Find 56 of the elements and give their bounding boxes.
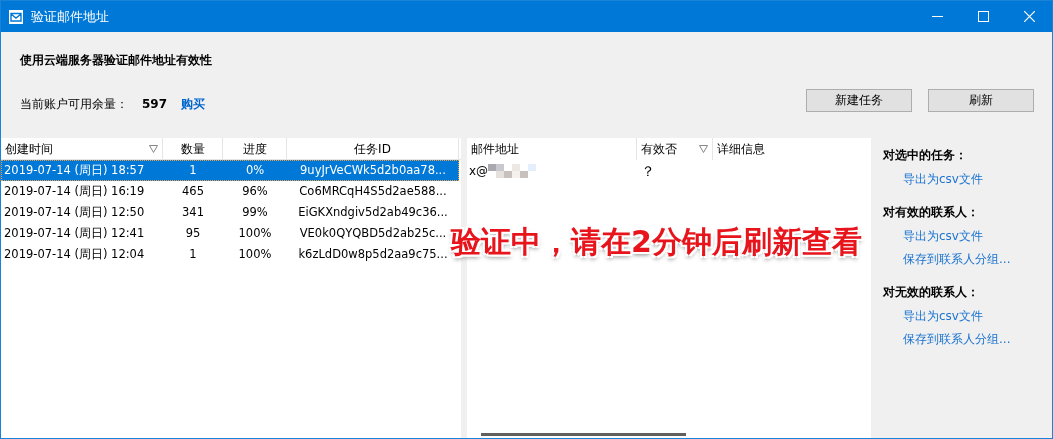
heading: 使用云端服务器验证邮件地址有效性 xyxy=(20,52,213,69)
window-title: 验证邮件地址 xyxy=(31,7,109,26)
task-row[interactable]: 2019-07-14 (周日) 18:57 1 0% 9uyJrVeCWk5d2b0aa78... xyxy=(1,160,459,181)
table-cell-text: 2019-07-14 (周日) 12:50 xyxy=(3,203,146,221)
action-button[interactable]: 新建任务 xyxy=(806,88,912,112)
action-link[interactable]: 导出为csv文件 xyxy=(903,306,1052,326)
column-header[interactable]: 任务ID xyxy=(287,138,459,159)
table-cell-text: 2019-07-14 (周日) 12:04 xyxy=(3,245,146,263)
table-cell-text: 1 xyxy=(188,161,198,179)
table-cell-text: 465 xyxy=(181,182,205,200)
table-cell-text: x@ xyxy=(469,163,489,180)
column-header[interactable]: 有效否 xyxy=(637,138,713,160)
column-header[interactable]: 数量 xyxy=(163,138,223,159)
section-title: 对选中的任务： xyxy=(883,147,968,164)
action-link[interactable]: 保存到联系人分组... xyxy=(903,329,1052,349)
table-cell-text: 1 xyxy=(188,245,198,263)
quota-label: 当前账户可用余量： xyxy=(20,96,128,113)
table-cell-text: 2019-07-14 (周日) 18:57 xyxy=(3,161,146,179)
column-header[interactable]: 进度 xyxy=(223,138,287,159)
filter-icon[interactable] xyxy=(149,144,158,153)
section-title: 对有效的联系人： xyxy=(883,204,980,221)
table-cell-text: Co6MRCqH4S5d2ae588... xyxy=(298,182,448,200)
table-cell-text: VE0k0QYQBD5d2ab25c... xyxy=(298,224,448,242)
task-row[interactable]: 2019-07-14 (周日) 16:19 465 96% Co6MRCqH4S5d2ae588... xyxy=(1,181,459,202)
task-row[interactable]: 2019-07-14 (周日) 12:50 341 99% EiGKXndgiv5d2ab49c36... xyxy=(1,202,459,223)
quota-value: 597 xyxy=(142,96,168,113)
mail-icon xyxy=(9,9,23,24)
action-link[interactable]: 导出为csv文件 xyxy=(903,226,1052,246)
blurred-text-drawing xyxy=(488,164,539,178)
close-icon xyxy=(1023,11,1035,22)
scrollbar-thumb[interactable] xyxy=(481,432,686,436)
table-cell-text: 2019-07-14 (周日) 16:19 xyxy=(3,182,146,200)
action-link[interactable]: 导出为csv文件 xyxy=(903,169,1052,189)
table-cell-text: ？ xyxy=(640,161,656,181)
buy-link[interactable]: 购买 xyxy=(181,95,206,113)
table-cell-text: 96% xyxy=(241,182,269,200)
table-cell-text: 2019-07-14 (周日) 12:41 xyxy=(3,224,146,242)
action-button[interactable]: 刷新 xyxy=(928,88,1034,112)
maximize-icon xyxy=(977,11,989,22)
filter-icon[interactable] xyxy=(699,145,708,153)
table-cell-text: 100% xyxy=(237,245,273,263)
table-cell-text: 9uyJrVeCWk5d2b0aa78... xyxy=(299,161,447,179)
table-cell-text: 341 xyxy=(181,203,205,221)
table-cell-text: 0% xyxy=(244,161,266,179)
table-cell-text: 99% xyxy=(241,203,269,221)
table-cell-text: 100% xyxy=(237,224,273,242)
overlay-message: 验证中，请在2分钟后刷新查看 xyxy=(451,223,862,261)
section-title: 对无效的联系人： xyxy=(883,284,980,301)
column-header[interactable]: 详细信息 xyxy=(713,138,863,160)
column-header[interactable]: 邮件地址 xyxy=(467,138,637,160)
column-header[interactable]: 创建时间 xyxy=(1,138,163,159)
table-cell-text: 95 xyxy=(184,224,202,242)
minimize-icon xyxy=(931,16,943,17)
table-cell-text: EiGKXndgiv5d2ab49c36... xyxy=(297,203,449,221)
table-cell-text: k6zLdD0w8p5d2aa9c75... xyxy=(297,245,449,263)
action-link[interactable]: 保存到联系人分组... xyxy=(903,249,1052,269)
